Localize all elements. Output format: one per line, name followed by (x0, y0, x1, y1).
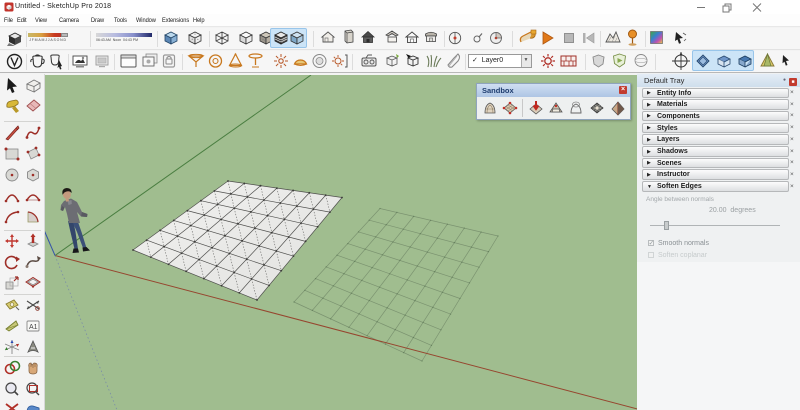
svg-text:A1: A1 (29, 324, 38, 331)
